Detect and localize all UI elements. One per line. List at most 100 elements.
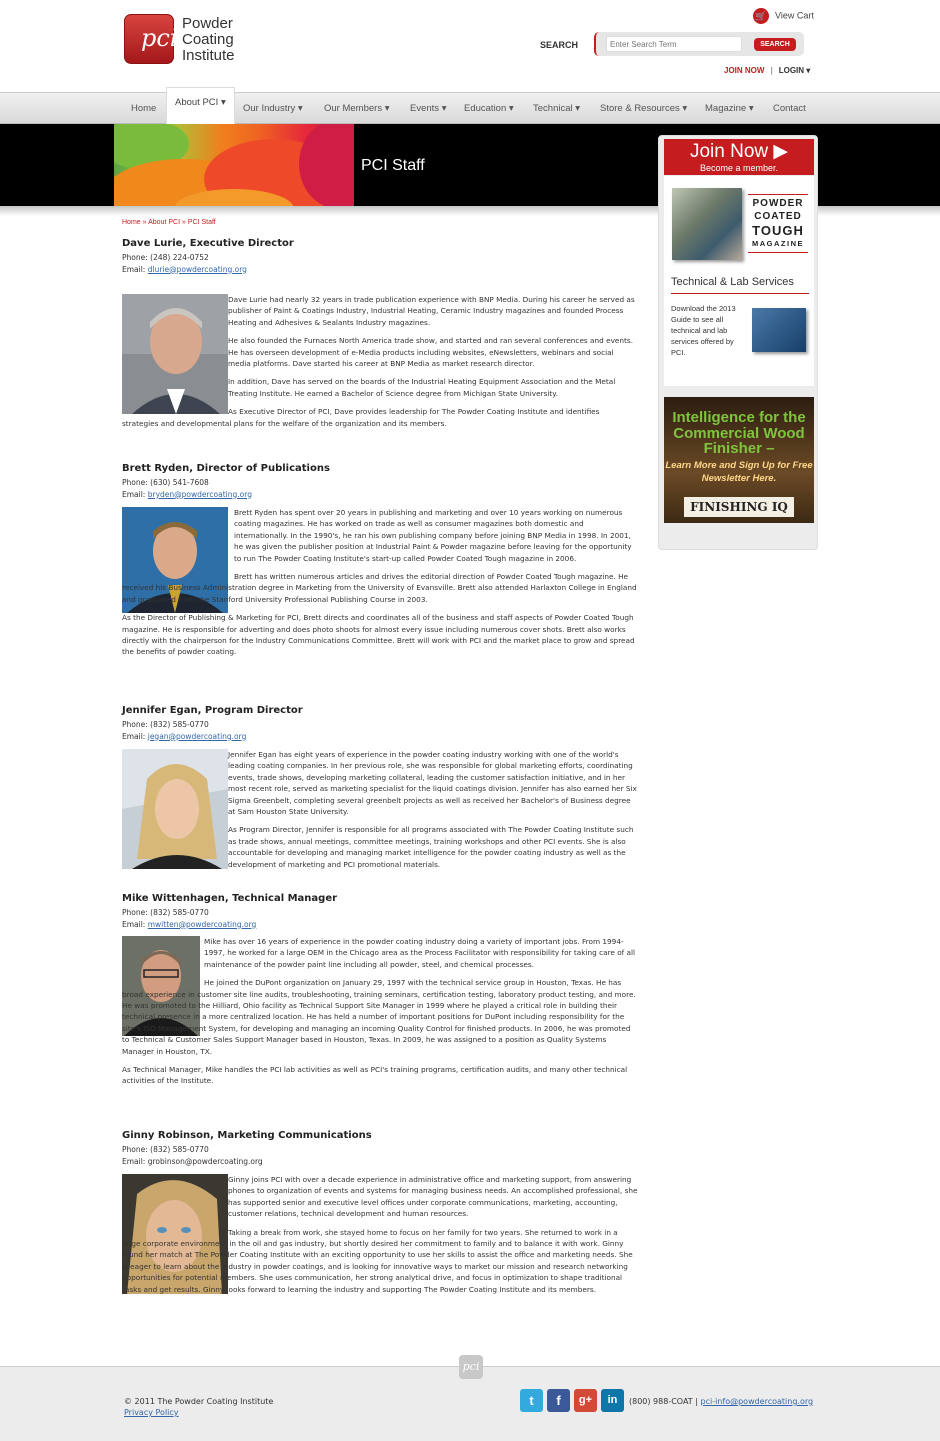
- nav-label: Our Members: [324, 103, 383, 114]
- site-footer: pci © 2011 The Powder Coating Institute …: [0, 1355, 940, 1441]
- privacy-policy-link[interactable]: Privacy Policy: [124, 1408, 179, 1417]
- tech-guide-image[interactable]: [752, 308, 806, 352]
- bio-paragraph: As Program Director, Jennifer is respons…: [228, 825, 634, 869]
- nav-events[interactable]: Events ▾: [410, 93, 446, 125]
- finishing-iq-ad[interactable]: Intelligence for the Commercial Wood Fin…: [664, 397, 814, 523]
- tech-lab-text: Download the 2013 Guide to see all techn…: [671, 304, 736, 357]
- staff-contact: Phone: (248) 224-0752 Email: dlurie@powd…: [122, 252, 247, 275]
- view-cart-link[interactable]: 🛒 View Cart: [753, 8, 814, 24]
- nav-about-pci[interactable]: About PCI ▾: [166, 87, 235, 125]
- brand-line: Institute: [182, 47, 235, 64]
- staff-name: Brett Ryden, Director of Publications: [122, 463, 330, 474]
- login-link[interactable]: LOGIN ▾: [779, 66, 811, 75]
- nav-technical[interactable]: Technical ▾: [533, 93, 580, 125]
- chevron-down-icon: ▾: [575, 103, 581, 114]
- pci-logo[interactable]: pci: [124, 14, 178, 64]
- search-box: SEARCH: [594, 32, 804, 56]
- bio-paragraph: As the Director of Publishing & Marketin…: [122, 613, 635, 657]
- footer-phone: (800) 988-COAT: [629, 1397, 693, 1406]
- nav-label: Events: [410, 103, 440, 114]
- chevron-down-icon: ▾: [441, 103, 447, 114]
- bio-paragraph: Taking a break from work, she stayed hom…: [122, 1227, 633, 1294]
- staff-bio: Dave Lurie had nearly 32 years in trade …: [122, 294, 638, 436]
- ad-logo: FINISHING IQ: [684, 497, 794, 517]
- staff-phone: Phone: (832) 585-0770: [122, 908, 209, 917]
- staff-email-text[interactable]: grobinson@powdercoating.org: [148, 1157, 263, 1166]
- magazine-title-line: MAGAZINE: [752, 239, 804, 248]
- footer-logo[interactable]: pci: [459, 1355, 483, 1379]
- nav-our-industry[interactable]: Our Industry ▾: [243, 93, 303, 125]
- breadcrumb-current: PCI Staff: [187, 219, 216, 226]
- tech-lab-heading[interactable]: Technical & Lab Services: [671, 276, 809, 294]
- nav-home[interactable]: Home: [131, 93, 156, 125]
- brand-name[interactable]: Powder Coating Institute: [182, 16, 235, 64]
- twitter-icon[interactable]: t: [520, 1389, 543, 1412]
- join-title: Join Now ▶: [689, 141, 789, 162]
- chevron-down-icon: ▾: [806, 66, 811, 75]
- join-now-link[interactable]: JOIN NOW: [724, 66, 764, 75]
- staff-contact: Phone: (832) 585-0770 Email: jegan@powde…: [122, 719, 246, 742]
- magazine-title-line: TOUGH: [752, 223, 804, 238]
- logo-text: pci: [141, 24, 178, 52]
- join-now-banner[interactable]: Join Now ▶ Become a member.: [664, 139, 814, 175]
- nav-our-members[interactable]: Our Members ▾: [324, 93, 390, 125]
- google-plus-icon[interactable]: g+: [574, 1389, 597, 1412]
- login-label: LOGIN: [778, 66, 805, 75]
- bio-paragraph: As Executive Director of PCI, Dave provi…: [122, 407, 600, 428]
- footer-contact: (800) 988-COAT | pci-info@powdercoating.…: [629, 1397, 813, 1406]
- breadcrumb-home[interactable]: Home: [122, 219, 141, 226]
- staff-phone: Phone: (248) 224-0752: [122, 253, 209, 262]
- divider: |: [695, 1397, 698, 1406]
- staff-email-link[interactable]: mwitten@powdercoating.org: [148, 920, 257, 929]
- brand-line: Coating: [182, 31, 234, 48]
- chevron-down-icon: ▾: [682, 103, 688, 114]
- bio-paragraph: Brett Ryden has spent over 20 years in p…: [234, 508, 632, 563]
- bio-paragraph: In addition, Dave has served on the boar…: [228, 377, 616, 398]
- bio-paragraph: Jennifer Egan has eight years of experie…: [228, 750, 637, 817]
- breadcrumb-separator: »: [181, 219, 186, 226]
- breadcrumb-separator: »: [142, 219, 147, 226]
- nav-label: Education: [464, 103, 507, 114]
- cart-label: View Cart: [775, 10, 814, 21]
- search-input[interactable]: [606, 36, 742, 52]
- footer-email-link[interactable]: pci-info@powdercoating.org: [701, 1397, 814, 1406]
- staff-email-label: Email:: [122, 919, 146, 929]
- banner-pigment-art: [114, 124, 354, 206]
- staff-bio: Jennifer Egan has eight years of experie…: [122, 749, 638, 877]
- staff-bio: Brett Ryden has spent over 20 years in p…: [122, 507, 638, 665]
- bio-paragraph: He also founded the Furnaces North Ameri…: [228, 336, 634, 369]
- nav-label: Magazine: [705, 103, 747, 114]
- breadcrumb: Home » About PCI » PCI Staff: [122, 219, 216, 226]
- account-links: JOIN NOW | LOGIN ▾: [724, 66, 810, 75]
- magazine-cover-image[interactable]: [672, 188, 742, 260]
- sidebar: Join Now ▶ Become a member. POWDER COATE…: [658, 135, 818, 550]
- sidebar-panel: POWDER COATED TOUGH MAGAZINE Technical &…: [664, 176, 814, 386]
- staff-phone: Phone: (832) 585-0770: [122, 1145, 209, 1154]
- chevron-down-icon: ▾: [748, 103, 754, 114]
- page-title: PCI Staff: [361, 157, 425, 174]
- nav-education[interactable]: Education ▾: [464, 93, 514, 125]
- staff-name: Ginny Robinson, Marketing Communications: [122, 1130, 372, 1141]
- facebook-icon[interactable]: f: [547, 1389, 570, 1412]
- staff-phone: Phone: (630) 541-7608: [122, 478, 209, 487]
- magazine-title[interactable]: POWDER COATED TOUGH MAGAZINE: [748, 194, 808, 253]
- staff-email-link[interactable]: bryden@powdercoating.org: [148, 490, 252, 499]
- staff-email-link[interactable]: dlurie@powdercoating.org: [148, 265, 247, 274]
- nav-contact[interactable]: Contact: [773, 93, 806, 125]
- magazine-title-line: COATED: [754, 211, 802, 222]
- chevron-down-icon: ▾: [297, 103, 303, 114]
- divider: |: [770, 66, 773, 75]
- linkedin-icon[interactable]: in: [601, 1389, 624, 1412]
- search-button[interactable]: SEARCH: [754, 38, 796, 51]
- site-header: pci Powder Coating Institute 🛒 View Cart …: [0, 0, 940, 92]
- staff-email-link[interactable]: jegan@powdercoating.org: [148, 732, 247, 741]
- nav-magazine[interactable]: Magazine ▾: [705, 93, 754, 125]
- search-label: SEARCH: [540, 40, 579, 50]
- nav-store-resources[interactable]: Store & Resources ▾: [600, 93, 687, 125]
- staff-phone: Phone: (832) 585-0770: [122, 720, 209, 729]
- powder-pigment-image: [114, 124, 354, 206]
- chevron-down-icon: ▾: [508, 103, 514, 114]
- breadcrumb-about[interactable]: About PCI: [148, 219, 180, 226]
- staff-name: Jennifer Egan, Program Director: [122, 705, 303, 716]
- nav-label: Store & Resources: [600, 103, 680, 114]
